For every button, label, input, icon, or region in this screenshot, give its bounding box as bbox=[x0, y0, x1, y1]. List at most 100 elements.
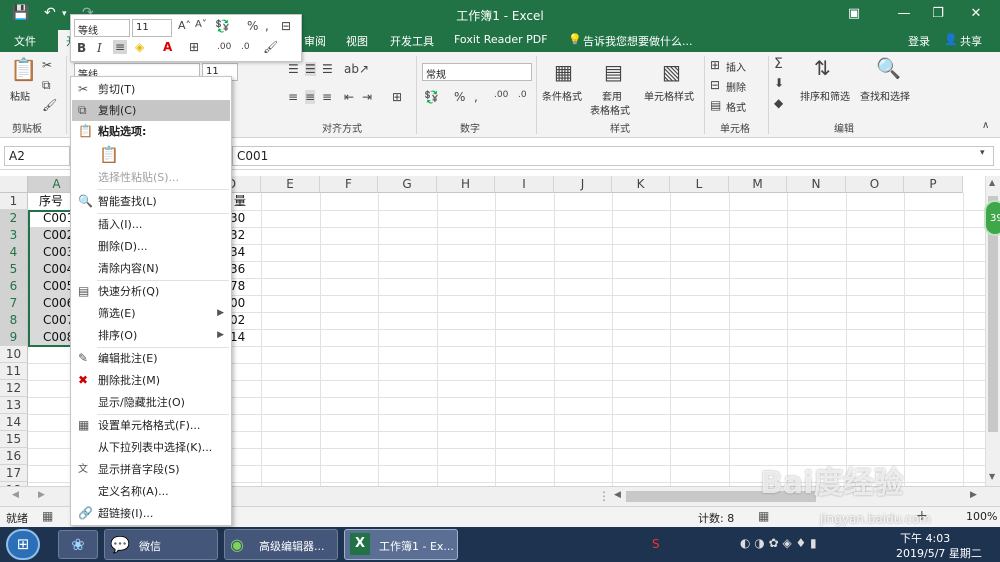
sort-filter-button[interactable]: 排序和筛选 bbox=[800, 88, 850, 103]
scroll-up-icon[interactable]: ▲ bbox=[989, 178, 995, 187]
scroll-down-icon[interactable]: ▼ bbox=[989, 472, 995, 481]
row-header[interactable]: 15 bbox=[0, 431, 28, 448]
paste-button-label[interactable]: 粘贴 bbox=[10, 88, 30, 103]
borders-icon[interactable]: ⊞ bbox=[189, 40, 199, 54]
row-header[interactable]: 3 bbox=[0, 227, 28, 244]
menu-item-edit-comment[interactable]: ✎ 编辑批注(E) bbox=[72, 348, 230, 369]
column-header[interactable]: E bbox=[261, 176, 320, 193]
clock-time[interactable]: 下午 4:03 bbox=[900, 530, 950, 546]
column-header[interactable]: N bbox=[787, 176, 846, 193]
fill-color-icon[interactable]: ◈ bbox=[135, 40, 144, 54]
comma-icon[interactable]: , bbox=[265, 19, 269, 33]
menu-item-phonetic[interactable]: 文显示拼音字段(S) bbox=[72, 459, 230, 480]
start-button[interactable]: ⊞ bbox=[6, 529, 40, 560]
align-left-icon[interactable]: ≡ bbox=[288, 90, 298, 104]
menu-item-paste-special[interactable]: 选择性粘贴(S)... bbox=[72, 167, 230, 188]
row-header[interactable]: 1 bbox=[0, 193, 28, 210]
column-header[interactable]: F bbox=[320, 176, 378, 193]
menu-item-hyperlink[interactable]: 🔗 超链接(I)... bbox=[72, 503, 230, 524]
cell-styles-button[interactable]: 单元格样式 bbox=[644, 88, 694, 103]
tray-icons[interactable]: ◐ ◑ ✿ ◈ ♦ ▮ bbox=[740, 536, 817, 550]
ime-icon[interactable]: S bbox=[652, 537, 660, 551]
indent-icon[interactable]: ⇤ bbox=[344, 90, 354, 104]
menu-item-quick-analysis[interactable]: ▤ 快速分析(Q) bbox=[72, 281, 230, 302]
row-header[interactable]: 13 bbox=[0, 397, 28, 414]
center-align-icon[interactable]: ≡ bbox=[113, 40, 128, 54]
scroll-right-icon[interactable]: ▶ bbox=[970, 490, 977, 500]
maximize-button[interactable]: ❐ bbox=[924, 4, 952, 24]
row-header[interactable]: 6 bbox=[0, 278, 28, 295]
menu-item-filter[interactable]: 筛选(E) ▶ bbox=[72, 303, 230, 324]
format-as-table-line2[interactable]: 表格格式 bbox=[590, 102, 630, 117]
formula-input[interactable]: C001 bbox=[232, 146, 994, 166]
cell[interactable]: 14 bbox=[227, 329, 261, 346]
mini-font-size[interactable]: 11 bbox=[132, 19, 172, 37]
align-right-icon[interactable]: ≡ bbox=[322, 90, 332, 104]
row-header[interactable]: 14 bbox=[0, 414, 28, 431]
tab-view[interactable]: 视图 bbox=[346, 33, 368, 49]
normal-view-icon[interactable]: ▦ bbox=[758, 509, 769, 523]
shrink-font-icon[interactable]: A˅ bbox=[195, 19, 207, 30]
column-header[interactable]: M bbox=[729, 176, 787, 193]
copy-icon[interactable]: ⧉ bbox=[42, 78, 51, 93]
number-format-combo[interactable]: 常规 bbox=[422, 63, 532, 81]
align-top-icon[interactable]: ☰ bbox=[288, 62, 299, 76]
column-header[interactable]: P bbox=[904, 176, 963, 193]
percent-icon[interactable]: % bbox=[247, 19, 258, 33]
expand-formula-bar-icon[interactable]: ▾ bbox=[980, 148, 985, 158]
collapse-ribbon-icon[interactable]: ∧ bbox=[982, 120, 989, 131]
macro-record-icon[interactable]: ▦ bbox=[42, 509, 53, 523]
tab-developer[interactable]: 开发工具 bbox=[390, 33, 434, 49]
decrease-decimal-icon[interactable]: .0 bbox=[241, 42, 250, 52]
row-header[interactable]: 7 bbox=[0, 295, 28, 312]
row-header[interactable]: 16 bbox=[0, 448, 28, 465]
menu-item-copy[interactable]: ⧉ 复制(C) bbox=[72, 100, 230, 121]
find-select-icon[interactable]: 🔍 bbox=[876, 56, 901, 80]
menu-item-sort[interactable]: 排序(O) ▶ bbox=[72, 325, 230, 346]
row-header[interactable]: 17 bbox=[0, 465, 28, 482]
column-header[interactable]: H bbox=[437, 176, 495, 193]
menu-item-smart-lookup[interactable]: 🔍 智能查找(L) bbox=[72, 191, 230, 212]
increase-decimal-icon[interactable]: .00 bbox=[217, 42, 231, 52]
cell[interactable]: 00 bbox=[227, 295, 261, 312]
row-header[interactable]: 4 bbox=[0, 244, 28, 261]
cell[interactable]: 量 bbox=[231, 193, 261, 210]
accounting-format-icon[interactable]: 💱 bbox=[424, 90, 439, 104]
fill-icon[interactable]: ⬇ bbox=[774, 76, 784, 90]
row-header[interactable]: 11 bbox=[0, 363, 28, 380]
insert-cells-button[interactable]: 插入 bbox=[726, 59, 746, 74]
cell[interactable]: 36 bbox=[227, 261, 261, 278]
row-header[interactable]: 9 bbox=[0, 329, 28, 346]
menu-item-show-hide-comment[interactable]: 显示/隐藏批注(O) bbox=[72, 392, 230, 413]
column-header[interactable]: O bbox=[846, 176, 904, 193]
menu-item-pick-list[interactable]: 从下拉列表中选择(K)... bbox=[72, 437, 230, 458]
tab-foxit[interactable]: Foxit Reader PDF bbox=[454, 33, 548, 46]
row-header[interactable]: 5 bbox=[0, 261, 28, 278]
sheet-next-icon[interactable]: ▶ bbox=[38, 490, 45, 500]
zoom-level[interactable]: 100% bbox=[966, 510, 997, 523]
row-header[interactable]: 8 bbox=[0, 312, 28, 329]
cell[interactable]: 78 bbox=[227, 278, 261, 295]
minimize-button[interactable]: — bbox=[890, 4, 918, 24]
format-as-table-icon[interactable]: ▤ bbox=[604, 60, 623, 84]
cell-styles-icon[interactable]: ▧ bbox=[662, 60, 681, 84]
increase-decimal-icon[interactable]: .00 bbox=[494, 90, 508, 100]
decrease-decimal-icon[interactable]: .0 bbox=[518, 90, 527, 100]
align-middle-icon[interactable]: ☰ bbox=[305, 62, 316, 76]
orientation-icon[interactable]: ab↗ bbox=[344, 62, 369, 76]
italic-icon[interactable]: I bbox=[97, 41, 102, 55]
sort-filter-icon[interactable]: ⇅ bbox=[814, 56, 831, 80]
find-select-button[interactable]: 查找和选择 bbox=[860, 88, 910, 103]
tab-review[interactable]: 审阅 bbox=[304, 33, 326, 49]
font-color-icon[interactable]: A bbox=[163, 40, 172, 54]
conditional-format-icon[interactable]: ▦ bbox=[554, 60, 573, 84]
grow-font-icon[interactable]: A˄ bbox=[178, 19, 191, 32]
format-painter-icon[interactable]: 🖌 bbox=[263, 40, 278, 54]
menu-item-delete[interactable]: 删除(D)... bbox=[72, 236, 230, 257]
cut-icon[interactable]: ✂ bbox=[42, 58, 52, 72]
row-header[interactable]: 2 bbox=[0, 210, 28, 227]
cell[interactable]: 30 bbox=[227, 210, 261, 227]
merge-center-icon[interactable]: ⊞ bbox=[392, 90, 402, 104]
name-box[interactable]: A2 bbox=[4, 146, 70, 166]
delete-cells-button[interactable]: 删除 bbox=[726, 79, 746, 94]
